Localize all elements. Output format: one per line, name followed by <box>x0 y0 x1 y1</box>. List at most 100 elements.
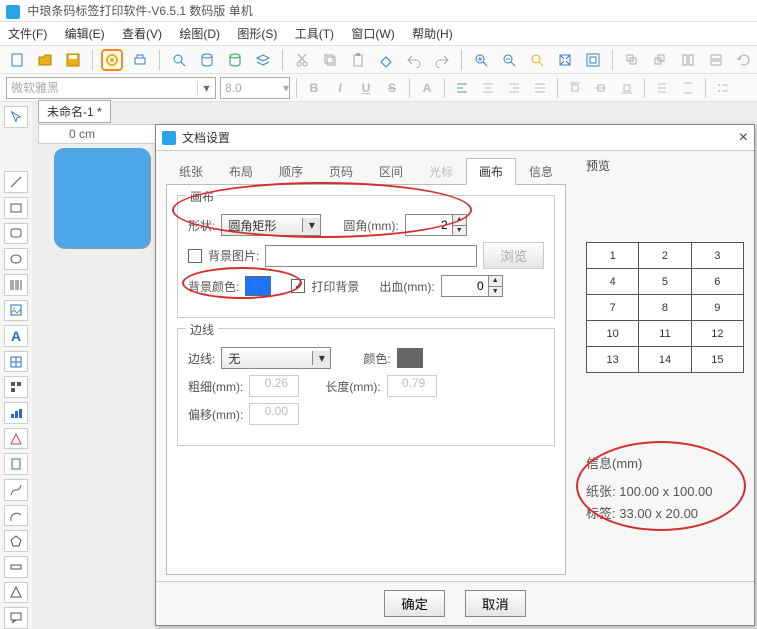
paste-icon[interactable] <box>347 49 369 71</box>
fit-icon[interactable] <box>582 49 604 71</box>
barcode-icon[interactable] <box>4 274 28 296</box>
valign-mid-icon[interactable] <box>590 77 612 99</box>
align4-icon[interactable] <box>705 49 727 71</box>
text-icon[interactable]: A <box>4 325 28 347</box>
db2-icon[interactable] <box>224 49 246 71</box>
align-left-icon[interactable] <box>451 77 473 99</box>
tab-canvas[interactable]: 画布 <box>466 158 516 185</box>
cancel-button[interactable]: 取消 <box>465 590 526 617</box>
thick-input[interactable]: 0.26 <box>249 375 299 397</box>
bgimg-input[interactable] <box>265 245 477 267</box>
menu-help[interactable]: 帮助(H) <box>412 27 453 41</box>
open-icon[interactable] <box>34 49 56 71</box>
menu-window[interactable]: 窗口(W) <box>351 27 394 41</box>
zoom-out-icon[interactable] <box>498 49 520 71</box>
print-icon[interactable] <box>129 49 151 71</box>
redo-icon[interactable] <box>431 49 453 71</box>
bullet-icon[interactable] <box>712 77 734 99</box>
strike-icon[interactable]: S <box>381 77 403 99</box>
tab-info[interactable]: 信息 <box>516 158 566 185</box>
bleed-input[interactable] <box>442 276 488 296</box>
length-input[interactable]: 0.79 <box>387 375 437 397</box>
menu-view[interactable]: 查看(V) <box>122 27 162 41</box>
align-center-icon[interactable] <box>477 77 499 99</box>
line-icon[interactable] <box>4 171 28 193</box>
ruler-icon[interactable] <box>4 556 28 578</box>
page-icon[interactable] <box>4 453 28 475</box>
spacing2-icon[interactable] <box>677 77 699 99</box>
font-combo[interactable]: 微软雅黑 ▾ <box>6 77 216 99</box>
image-icon[interactable] <box>4 300 28 322</box>
spin-up-icon[interactable]: ▲ <box>453 215 466 226</box>
spin-up-icon[interactable]: ▲ <box>489 276 502 287</box>
tab-paper[interactable]: 纸张 <box>166 158 216 185</box>
eraser-icon[interactable] <box>375 49 397 71</box>
menu-edit[interactable]: 编辑(E) <box>65 27 105 41</box>
spin-down-icon[interactable]: ▼ <box>489 287 502 297</box>
rect-icon[interactable] <box>4 197 28 219</box>
zoom-fit-icon[interactable] <box>526 49 548 71</box>
tab-pagenum[interactable]: 页码 <box>316 158 366 185</box>
underline-icon[interactable]: U <box>355 77 377 99</box>
zoom-in-icon[interactable] <box>470 49 492 71</box>
bleed-spin[interactable]: ▲▼ <box>441 275 503 297</box>
curve-icon[interactable] <box>4 479 28 501</box>
border-color-swatch[interactable] <box>397 348 423 368</box>
callout-icon[interactable] <box>4 607 28 629</box>
fullscreen-icon[interactable] <box>554 49 576 71</box>
polygon-icon[interactable] <box>4 530 28 552</box>
italic-icon[interactable]: I <box>329 77 351 99</box>
tab-layout[interactable]: 布局 <box>216 158 266 185</box>
menu-tool[interactable]: 工具(T) <box>295 27 334 41</box>
doc-settings-icon[interactable] <box>101 49 123 71</box>
dialog-titlebar[interactable]: 文档设置 × <box>156 125 754 151</box>
qr-icon[interactable] <box>4 376 28 398</box>
fontcolor-icon[interactable]: A <box>416 77 438 99</box>
align-justify-icon[interactable] <box>529 77 551 99</box>
tab-range[interactable]: 区间 <box>366 158 416 185</box>
align1-icon[interactable] <box>621 49 643 71</box>
align-right-icon[interactable] <box>503 77 525 99</box>
pointer-icon[interactable] <box>4 106 28 128</box>
zoom-icon[interactable] <box>168 49 190 71</box>
valign-bot-icon[interactable] <box>616 77 638 99</box>
border-combo[interactable]: 无▾ <box>221 347 331 369</box>
bgcolor-swatch[interactable] <box>245 276 271 296</box>
tab-order[interactable]: 顺序 <box>266 158 316 185</box>
fontsize-combo[interactable]: 8.0 ▾ <box>220 77 290 99</box>
db-icon[interactable] <box>196 49 218 71</box>
corner-spin[interactable]: ▲▼ <box>405 214 467 236</box>
align2-icon[interactable] <box>649 49 671 71</box>
copy-icon[interactable] <box>319 49 341 71</box>
document-tab[interactable]: 未命名-1 * <box>38 100 111 123</box>
browse-button[interactable]: 浏览 <box>483 242 544 269</box>
cut-icon[interactable] <box>291 49 313 71</box>
valign-top-icon[interactable] <box>564 77 586 99</box>
close-icon[interactable]: × <box>739 129 748 147</box>
rotate-icon[interactable] <box>733 49 755 71</box>
save-icon[interactable] <box>62 49 84 71</box>
ok-button[interactable]: 确定 <box>384 590 445 617</box>
bold-icon[interactable]: B <box>303 77 325 99</box>
menu-file[interactable]: 文件(F) <box>8 27 47 41</box>
undo-icon[interactable] <box>403 49 425 71</box>
spacing1-icon[interactable] <box>651 77 673 99</box>
spin-down-icon[interactable]: ▼ <box>453 226 466 236</box>
new-icon[interactable] <box>6 49 28 71</box>
triangle-icon[interactable] <box>4 428 28 450</box>
triangle2-icon[interactable] <box>4 582 28 604</box>
offset-input[interactable]: 0.00 <box>249 403 299 425</box>
shape-combo[interactable]: 圆角矩形▾ <box>221 214 321 236</box>
table-icon[interactable] <box>4 351 28 373</box>
bgimg-check[interactable] <box>188 249 202 263</box>
corner-input[interactable] <box>406 215 452 235</box>
ellipse-icon[interactable] <box>4 248 28 270</box>
chart-icon[interactable] <box>4 402 28 424</box>
round-rect-icon[interactable] <box>4 223 28 245</box>
menu-shape[interactable]: 图形(S) <box>237 27 277 41</box>
menu-draw[interactable]: 绘图(D) <box>179 27 220 41</box>
canvas-shape[interactable] <box>54 148 150 248</box>
align3-icon[interactable] <box>677 49 699 71</box>
tab-cursor[interactable]: 光标 <box>416 158 466 185</box>
arc-icon[interactable] <box>4 505 28 527</box>
